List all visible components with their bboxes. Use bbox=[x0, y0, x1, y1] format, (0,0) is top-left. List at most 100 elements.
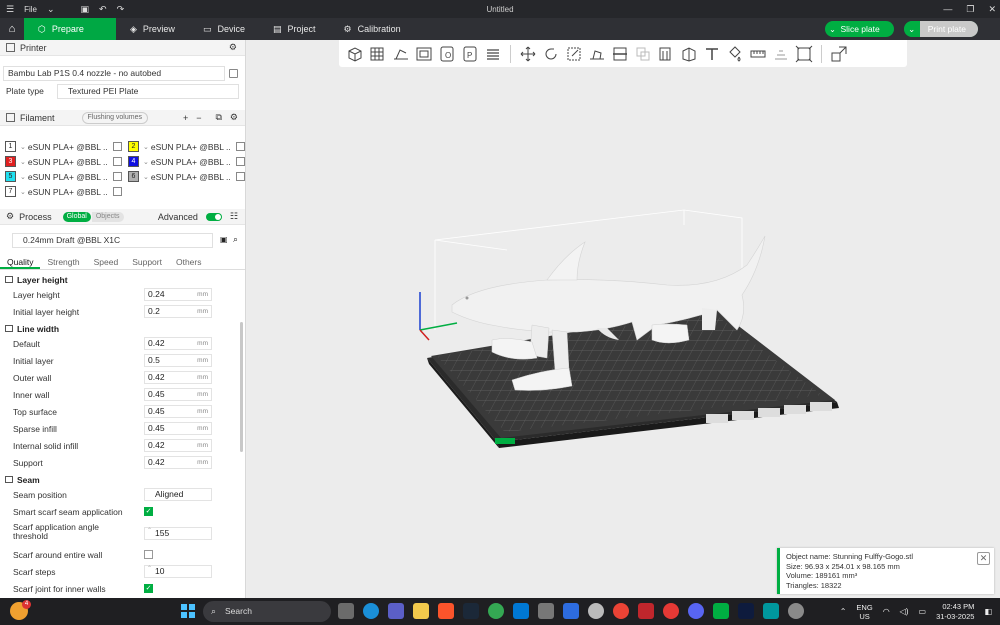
menu-icon[interactable]: ☰ bbox=[6, 0, 14, 18]
weather-icon[interactable]: 4 bbox=[10, 600, 31, 620]
camera-icon[interactable] bbox=[538, 603, 554, 619]
brave-icon[interactable] bbox=[438, 603, 454, 619]
language-indicator[interactable]: ENG US bbox=[856, 603, 872, 621]
remove-icon[interactable]: − bbox=[196, 113, 201, 123]
sidebar-scrollbar[interactable] bbox=[240, 322, 243, 452]
slice-plate-button[interactable]: ⌄ Slice plate bbox=[824, 21, 894, 37]
close-icon[interactable]: ✕ bbox=[988, 0, 996, 18]
chrome-icon[interactable] bbox=[488, 603, 504, 619]
teams-icon[interactable] bbox=[388, 603, 404, 619]
tab-others[interactable]: Others bbox=[169, 256, 209, 269]
filament-color-swatch[interactable]: 7 bbox=[5, 186, 16, 197]
setting-value-input[interactable]: 0.45 mm bbox=[144, 422, 212, 435]
chevron-down-icon[interactable]: ⌄ bbox=[20, 188, 26, 196]
filament-item-2[interactable]: 2 ⌄ eSUN PLA+ @BBL ... bbox=[128, 140, 245, 153]
tab-prepare[interactable]: ⬡ Prepare bbox=[24, 18, 116, 40]
tab-strength[interactable]: Strength bbox=[40, 256, 86, 269]
smart-scarf-checkbox[interactable]: ✓ bbox=[144, 507, 153, 516]
windows-start-icon[interactable] bbox=[181, 604, 195, 618]
process-profile-select[interactable]: 0.24mm Draft @BBL X1C bbox=[12, 233, 213, 248]
file-explorer-icon[interactable] bbox=[413, 603, 429, 619]
tab-quality[interactable]: Quality bbox=[0, 256, 41, 269]
edge-icon[interactable] bbox=[363, 603, 379, 619]
home-icon[interactable]: ⌂ bbox=[0, 18, 24, 40]
setting-value-input[interactable]: 0.45 mm bbox=[144, 405, 212, 418]
notifications-icon[interactable]: ◧ bbox=[984, 607, 992, 616]
tab-preview[interactable]: ◈ Preview bbox=[116, 18, 189, 40]
volume-icon[interactable]: ◁) bbox=[900, 607, 909, 616]
sync-icon[interactable]: ⧉ bbox=[215, 112, 221, 123]
save-icon[interactable]: ▣ bbox=[81, 0, 90, 18]
settings-icon[interactable] bbox=[788, 603, 804, 619]
arduino-icon[interactable] bbox=[763, 603, 779, 619]
mcafee-icon[interactable] bbox=[638, 603, 654, 619]
app-l-icon[interactable] bbox=[563, 603, 579, 619]
setting-value-input[interactable]: 0.42 mm bbox=[144, 371, 212, 384]
global-toggle[interactable]: Global bbox=[62, 211, 91, 222]
filament-color-swatch[interactable]: 1 bbox=[5, 141, 16, 152]
setting-value-input[interactable]: 0.42 mm bbox=[144, 337, 212, 350]
edit-icon[interactable] bbox=[112, 172, 122, 181]
tab-calibration[interactable]: ⚙ Calibration bbox=[330, 18, 415, 40]
filament-item-5[interactable]: 5 ⌄ eSUN PLA+ @BBL ... bbox=[5, 170, 122, 183]
filament-item-1[interactable]: 1 ⌄ eSUN PLA+ @BBL ... bbox=[5, 140, 122, 153]
scarf-inner-walls-checkbox[interactable]: ✓ bbox=[144, 584, 153, 593]
chevron-down-icon[interactable]: ⌄ bbox=[20, 143, 26, 151]
close-icon[interactable]: ✕ bbox=[977, 552, 990, 565]
plate-label-tab[interactable] bbox=[495, 438, 515, 444]
wifi-icon[interactable]: ◠ bbox=[883, 607, 890, 616]
restore-icon[interactable]: ❐ bbox=[966, 0, 974, 18]
scarf-steps-stepper[interactable]: 10 bbox=[144, 564, 212, 578]
chevron-down-icon[interactable]: ⌄ bbox=[143, 173, 149, 181]
filament-item-3[interactable]: 3 ⌄ eSUN PLA+ @BBL ... bbox=[5, 155, 122, 168]
edit-icon[interactable] bbox=[235, 157, 245, 166]
filament-color-swatch[interactable]: 2 bbox=[128, 141, 139, 152]
setting-value-input[interactable]: 0.42 mm bbox=[144, 456, 212, 469]
chrome-profile-icon[interactable] bbox=[613, 603, 629, 619]
task-view-icon[interactable] bbox=[338, 603, 354, 619]
setting-value-input[interactable]: 0.42 mm bbox=[144, 439, 212, 452]
print-plate-button[interactable]: ⌄ Print plate bbox=[903, 21, 978, 37]
setting-value-input[interactable]: 0.5 mm bbox=[144, 354, 212, 367]
edit-icon[interactable] bbox=[112, 157, 122, 166]
setting-value-input[interactable]: 0.24 mm bbox=[144, 288, 212, 301]
filament-color-swatch[interactable]: 5 bbox=[5, 171, 16, 182]
list-icon[interactable]: ☷ bbox=[230, 211, 238, 222]
filament-color-swatch[interactable]: 3 bbox=[5, 156, 16, 167]
chevron-down-icon[interactable]: ⌄ bbox=[20, 173, 26, 181]
edit-icon[interactable] bbox=[112, 142, 122, 151]
tab-support[interactable]: Support bbox=[125, 256, 169, 269]
objects-toggle[interactable]: Objects bbox=[91, 211, 124, 222]
tab-project[interactable]: ▤ Project bbox=[259, 18, 330, 40]
chevron-down-icon[interactable]: ⌄ bbox=[47, 0, 55, 18]
chevron-down-icon[interactable]: ⌄ bbox=[903, 21, 920, 37]
add-icon[interactable]: + bbox=[183, 113, 188, 123]
discord-icon[interactable] bbox=[688, 603, 704, 619]
undo-icon[interactable]: ↶ bbox=[99, 0, 107, 18]
tab-device[interactable]: ▭ Device bbox=[189, 18, 259, 40]
app-red-icon[interactable] bbox=[663, 603, 679, 619]
tab-speed[interactable]: Speed bbox=[87, 256, 126, 269]
save-icon[interactable]: ▣ bbox=[220, 235, 228, 244]
filament-item-7[interactable]: 7 ⌄ eSUN PLA+ @BBL ... bbox=[5, 185, 122, 198]
chevron-down-icon[interactable]: ⌄ bbox=[20, 158, 26, 166]
filament-color-swatch[interactable]: 4 bbox=[128, 156, 139, 167]
gear-icon[interactable]: ⚙ bbox=[229, 42, 237, 53]
setting-value-input[interactable]: 0.45 mm bbox=[144, 388, 212, 401]
seam-position-select[interactable]: Aligned bbox=[144, 488, 212, 501]
build-plate-scene[interactable] bbox=[247, 40, 1000, 598]
taskbar-search[interactable]: ⌕ Search bbox=[203, 601, 331, 622]
edit-icon[interactable] bbox=[229, 69, 238, 78]
scarf-angle-stepper[interactable]: 155 bbox=[144, 526, 212, 540]
chevron-up-icon[interactable]: ⌃ bbox=[840, 607, 847, 616]
chevron-down-icon[interactable]: ⌄ bbox=[825, 25, 841, 34]
store-icon[interactable] bbox=[513, 603, 529, 619]
minimize-icon[interactable]: — bbox=[943, 0, 952, 18]
edit-icon[interactable] bbox=[112, 187, 122, 196]
advanced-switch[interactable] bbox=[205, 212, 222, 221]
filament-color-swatch[interactable]: 6 bbox=[128, 171, 139, 182]
filament-item-4[interactable]: 4 ⌄ eSUN PLA+ @BBL ... bbox=[128, 155, 245, 168]
gear-icon[interactable]: ⚙ bbox=[230, 112, 238, 123]
flushing-volumes-button[interactable]: Flushing volumes bbox=[81, 111, 148, 124]
battery-icon[interactable]: ▭ bbox=[919, 607, 927, 616]
